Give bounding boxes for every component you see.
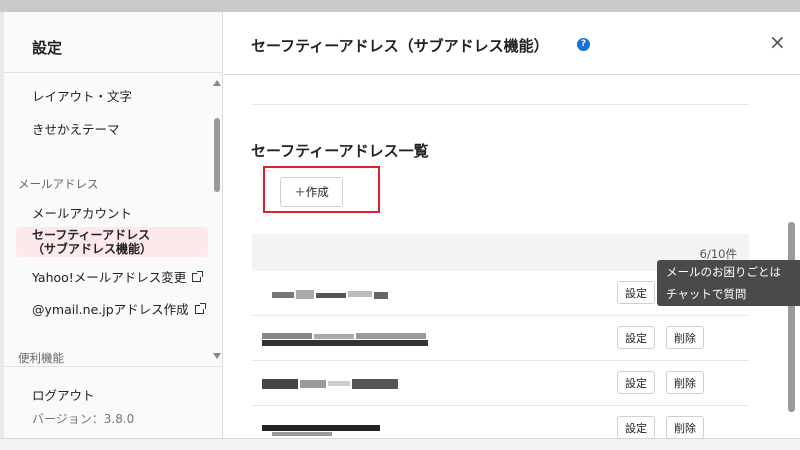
external-link-icon: [192, 271, 204, 282]
tooltip-line-2: チャットで質問: [666, 287, 747, 301]
main-scrollbar[interactable]: [788, 222, 795, 412]
main-panel: セーフティーアドレス（サブアドレス機能） ? × セーフティーアドレス一覧 ＋作…: [224, 12, 800, 438]
version-label: バージョン：3.8.0: [32, 412, 135, 426]
tooltip-line-1: メールのお困りごとは: [666, 265, 781, 279]
table-row: 設定 削除: [252, 407, 749, 438]
sidebar-item-label: @ymail.ne.jpアドレス作成: [32, 302, 189, 317]
row-settings-button[interactable]: 設定: [617, 371, 655, 394]
scroll-down-arrow-icon[interactable]: [213, 353, 221, 359]
page-title: セーフティーアドレス（サブアドレス機能）: [251, 37, 549, 55]
content-divider: [252, 104, 749, 105]
top-strip: [0, 0, 800, 12]
sidebar-scrollbar[interactable]: [214, 118, 220, 192]
row-delete-button[interactable]: 削除: [666, 416, 704, 438]
chat-help-tooltip[interactable]: メールのお困りごとは チャットで質問: [657, 260, 800, 306]
help-icon[interactable]: ?: [577, 38, 590, 51]
sidebar-item-safety-address-label: セーフティーアドレス （サブアドレス機能）: [32, 228, 153, 256]
sidebar-item-yahoo-address-change[interactable]: Yahoo!メールアドレス変更: [32, 267, 204, 286]
row-delete-button[interactable]: 削除: [666, 326, 704, 349]
logout-link[interactable]: ログアウト: [32, 385, 95, 404]
header-divider: [224, 74, 800, 75]
sidebar-title: 設定: [32, 39, 63, 57]
redacted-address: [262, 333, 428, 346]
scroll-up-arrow-icon[interactable]: [213, 80, 221, 86]
sidebar-item-label: Yahoo!メールアドレス変更: [32, 270, 187, 285]
row-delete-button[interactable]: 削除: [666, 371, 704, 394]
redacted-address: [262, 425, 380, 436]
section-label-mail: メールアドレス: [18, 177, 99, 191]
background-strip: [0, 438, 800, 450]
create-button[interactable]: ＋作成: [280, 177, 343, 207]
sidebar-nav: レイアウト・文字 きせかえテーマ メールアドレス メールアカウント セーフティー…: [4, 73, 223, 365]
row-settings-button[interactable]: 設定: [617, 281, 655, 304]
table-row: 設定 削除: [252, 362, 749, 406]
section-label-tools: 便利機能: [18, 351, 64, 365]
table-row: 設定 削除: [252, 317, 749, 361]
redacted-address: [272, 290, 388, 299]
row-settings-button[interactable]: 設定: [617, 326, 655, 349]
redacted-address: [262, 379, 398, 389]
close-icon[interactable]: ×: [769, 32, 786, 52]
sidebar-item-mail-account[interactable]: メールアカウント: [32, 203, 132, 222]
row-settings-button[interactable]: 設定: [617, 416, 655, 438]
sidebar-item-ymail-create[interactable]: @ymail.ne.jpアドレス作成: [32, 299, 206, 318]
external-link-icon: [194, 303, 206, 314]
sidebar-item-theme[interactable]: きせかえテーマ: [32, 119, 120, 138]
sidebar-footer-divider: [4, 366, 223, 367]
settings-sidebar: 設定 レイアウト・文字 きせかえテーマ メールアドレス メールアカウント セーフ…: [4, 12, 223, 438]
sidebar-item-layout[interactable]: レイアウト・文字: [32, 86, 132, 105]
section-title: セーフティーアドレス一覧: [251, 142, 429, 160]
settings-dialog: 設定 レイアウト・文字 きせかえテーマ メールアドレス メールアカウント セーフ…: [4, 12, 800, 438]
